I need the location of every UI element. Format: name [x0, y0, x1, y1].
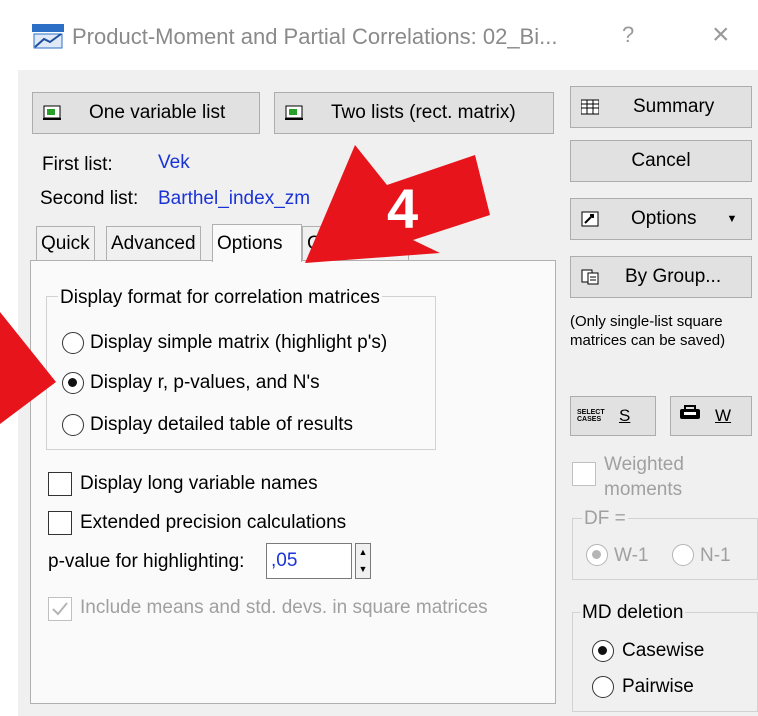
- weight-label: W: [715, 406, 732, 425]
- list-icon: [43, 105, 61, 121]
- radio-casewise-label: Casewise: [622, 640, 705, 661]
- one-variable-list-button[interactable]: One variable list: [32, 92, 260, 134]
- window-title: Product-Moment and Partial Correlations:…: [72, 24, 558, 49]
- extended-precision-label: Extended precision calculations: [80, 512, 347, 533]
- df-label: DF =: [582, 508, 628, 530]
- list-icon: [285, 105, 303, 121]
- dropdown-arrow-icon: ▼: [726, 213, 738, 225]
- options-icon: [581, 211, 599, 227]
- radio-w-1: [586, 544, 608, 566]
- weighted-moments-checkbox: [572, 462, 596, 486]
- close-icon[interactable]: ×: [712, 18, 730, 52]
- annotation-arrow-left: [0, 312, 56, 424]
- weight-icon: [679, 405, 701, 427]
- select-cases-button[interactable]: SELECT CASES S: [570, 396, 656, 436]
- pvalue-input[interactable]: ,05: [266, 543, 352, 579]
- radio-simple-matrix[interactable]: [62, 332, 84, 354]
- two-lists-label: Two lists (rect. matrix): [331, 102, 516, 123]
- radio-w-1-label: W-1: [614, 545, 649, 566]
- second-list-value[interactable]: Barthel_index_zm: [158, 188, 310, 210]
- first-list-label: First list:: [42, 154, 113, 175]
- radio-pairwise[interactable]: [592, 676, 614, 698]
- tab-options[interactable]: Options: [212, 224, 302, 262]
- spin-down-icon[interactable]: ▼: [356, 561, 370, 578]
- pvalue-spinner[interactable]: ▲ ▼: [355, 543, 371, 579]
- by-group-icon: [581, 269, 599, 285]
- annotation-arrow-4: 4: [305, 145, 490, 263]
- annotation-step-number: 4: [387, 177, 418, 240]
- radio-n-1: [672, 544, 694, 566]
- select-cases-icon: SELECT CASES: [577, 409, 605, 423]
- radio-pairwise-label: Pairwise: [622, 676, 694, 697]
- radio-detailed-table[interactable]: [62, 414, 84, 436]
- select-cases-label: S: [619, 406, 631, 425]
- tab-advanced[interactable]: Advanced: [106, 226, 201, 260]
- pvalue-label: p-value for highlighting:: [48, 551, 245, 572]
- tab-quick[interactable]: Quick: [36, 226, 95, 260]
- display-format-title: Display format for correlation matrices: [58, 287, 382, 309]
- long-variable-names-label: Display long variable names: [80, 473, 318, 494]
- include-means-checkbox: [48, 597, 72, 621]
- radio-detailed-table-label: Display detailed table of results: [90, 414, 353, 435]
- summary-icon: [580, 99, 600, 115]
- second-list-label: Second list:: [40, 188, 139, 209]
- help-icon[interactable]: ?: [622, 22, 634, 48]
- by-group-label: By Group...: [625, 266, 722, 287]
- weighted-moments-label: Weighted moments: [604, 454, 684, 500]
- long-variable-names-checkbox[interactable]: [48, 472, 72, 496]
- cancel-button[interactable]: Cancel: [570, 140, 752, 182]
- first-list-value[interactable]: Vek: [158, 152, 190, 174]
- weight-button[interactable]: W: [670, 396, 752, 436]
- options-label: Options: [631, 208, 697, 229]
- two-lists-button[interactable]: Two lists (rect. matrix): [274, 92, 554, 134]
- one-variable-list-label: One variable list: [89, 102, 226, 123]
- radio-r-p-values[interactable]: [62, 372, 84, 394]
- summary-button[interactable]: Summary: [570, 86, 752, 128]
- include-means-label: Include means and std. devs. in square m…: [80, 597, 488, 618]
- radio-casewise[interactable]: [592, 640, 614, 662]
- md-deletion-title: MD deletion: [580, 602, 686, 624]
- radio-n-1-label: N-1: [700, 545, 731, 566]
- app-icon: [32, 22, 64, 50]
- radio-simple-matrix-label: Display simple matrix (highlight p's): [90, 332, 388, 353]
- summary-label: Summary: [633, 96, 715, 117]
- radio-r-p-values-label: Display r, p-values, and N's: [90, 372, 320, 393]
- spin-up-icon[interactable]: ▲: [356, 544, 370, 561]
- cancel-label: Cancel: [631, 150, 691, 171]
- by-group-button[interactable]: By Group...: [570, 256, 752, 298]
- options-button[interactable]: Options ▼: [570, 198, 752, 240]
- title-bar: Product-Moment and Partial Correlations:…: [0, 0, 758, 72]
- extended-precision-checkbox[interactable]: [48, 511, 72, 535]
- save-note: (Only single-list square matrices can be…: [570, 313, 726, 349]
